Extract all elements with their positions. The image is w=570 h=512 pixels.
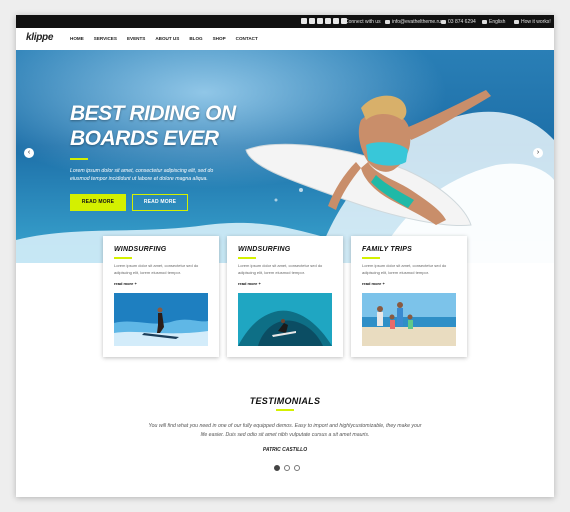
linkedin-icon[interactable] [317,18,323,24]
phone-link[interactable]: 03 874 6294 [441,19,476,25]
hero-surfer-image [16,50,554,263]
slider-prev-arrow-icon[interactable]: ‹ [24,148,34,158]
testimonials-title: TESTIMONIALS [249,396,321,406]
twitter-icon[interactable] [301,18,307,24]
nav-menu: HOME SERVICES EVENTS ABOUT US BLOG SHOP … [70,36,258,41]
site-logo[interactable]: klippe [26,32,53,43]
hero-title: BEST RIDING ON BOARDS EVER [70,102,236,150]
card-text: Lorem ipsum dolor sit amet, consectetur … [238,263,323,275]
card-read-more-link[interactable]: read more + [114,281,137,286]
nav-home[interactable]: HOME [70,36,84,41]
main-navigation: klippe HOME SERVICES EVENTS ABOUT US BLO… [16,28,554,50]
pagination-dot[interactable] [274,465,280,471]
page-frame: Connect with us info@evatheltheme.ru 03 … [16,15,554,497]
globe-icon [482,19,487,24]
top-bar: Connect with us info@evatheltheme.ru 03 … [16,15,554,28]
info-icon [514,19,519,24]
mail-icon [385,19,390,24]
card-title: WINDSURFING [238,246,291,253]
card-read-more-link[interactable]: read more + [362,281,385,286]
nav-shop[interactable]: SHOP [213,36,226,41]
phone-icon [441,19,446,24]
card-text: Lorem ipsum dolor sit amet, consectetur … [114,263,199,275]
how-it-works-link[interactable]: How it works! [514,19,551,25]
card-accent-rule [114,257,132,259]
hero-text: Lorem ipsum dolor sit amet, consectetur … [70,168,214,182]
nav-contact[interactable]: CONTACT [236,36,258,41]
connect-label: Connect with us [345,18,381,25]
youtube-icon[interactable] [333,18,339,24]
nav-services[interactable]: SERVICES [94,36,117,41]
card-title: WINDSURFING [114,246,167,253]
service-card-windsurfing-2: WINDSURFING Lorem ipsum dolor sit amet, … [227,236,343,357]
testimonial-author: PATRIC CASTILLO [262,447,308,453]
pagination-dot[interactable] [294,465,300,471]
hero-read-more-outline-button[interactable]: READ MORE [132,194,188,211]
testimonials-accent-rule [276,409,294,411]
email-link[interactable]: info@evatheltheme.ru [385,19,441,25]
card-accent-rule [238,257,256,259]
testimonial-quote: You will find what you need in one of ou… [148,423,422,438]
nav-blog[interactable]: BLOG [189,36,202,41]
card-image-windsurfer[interactable] [114,293,208,346]
nav-events[interactable]: EVENTS [127,36,145,41]
card-image-family-beach[interactable] [362,293,456,346]
card-read-more-link[interactable]: read more + [238,281,261,286]
facebook-icon[interactable] [309,18,315,24]
slider-next-arrow-icon[interactable]: › [533,148,543,158]
card-text: Lorem ipsum dolor sit amet, consectetur … [362,263,447,275]
hero-slider: BEST RIDING ON BOARDS EVER Lorem ipsum d… [16,50,554,263]
service-card-family-trips: FAMILY TRIPS Lorem ipsum dolor sit amet,… [351,236,467,357]
nav-about-us[interactable]: ABOUT US [155,36,179,41]
hero-accent-rule [70,158,88,160]
card-title: FAMILY TRIPS [362,246,412,253]
language-selector[interactable]: English [482,19,505,25]
social-icons [301,18,347,24]
testimonial-pagination [274,465,300,471]
card-accent-rule [362,257,380,259]
hero-read-more-button[interactable]: READ MORE [70,194,126,211]
instagram-icon[interactable] [325,18,331,24]
card-image-wave-tube[interactable] [238,293,332,346]
service-card-windsurfing: WINDSURFING Lorem ipsum dolor sit amet, … [103,236,219,357]
pagination-dot[interactable] [284,465,290,471]
